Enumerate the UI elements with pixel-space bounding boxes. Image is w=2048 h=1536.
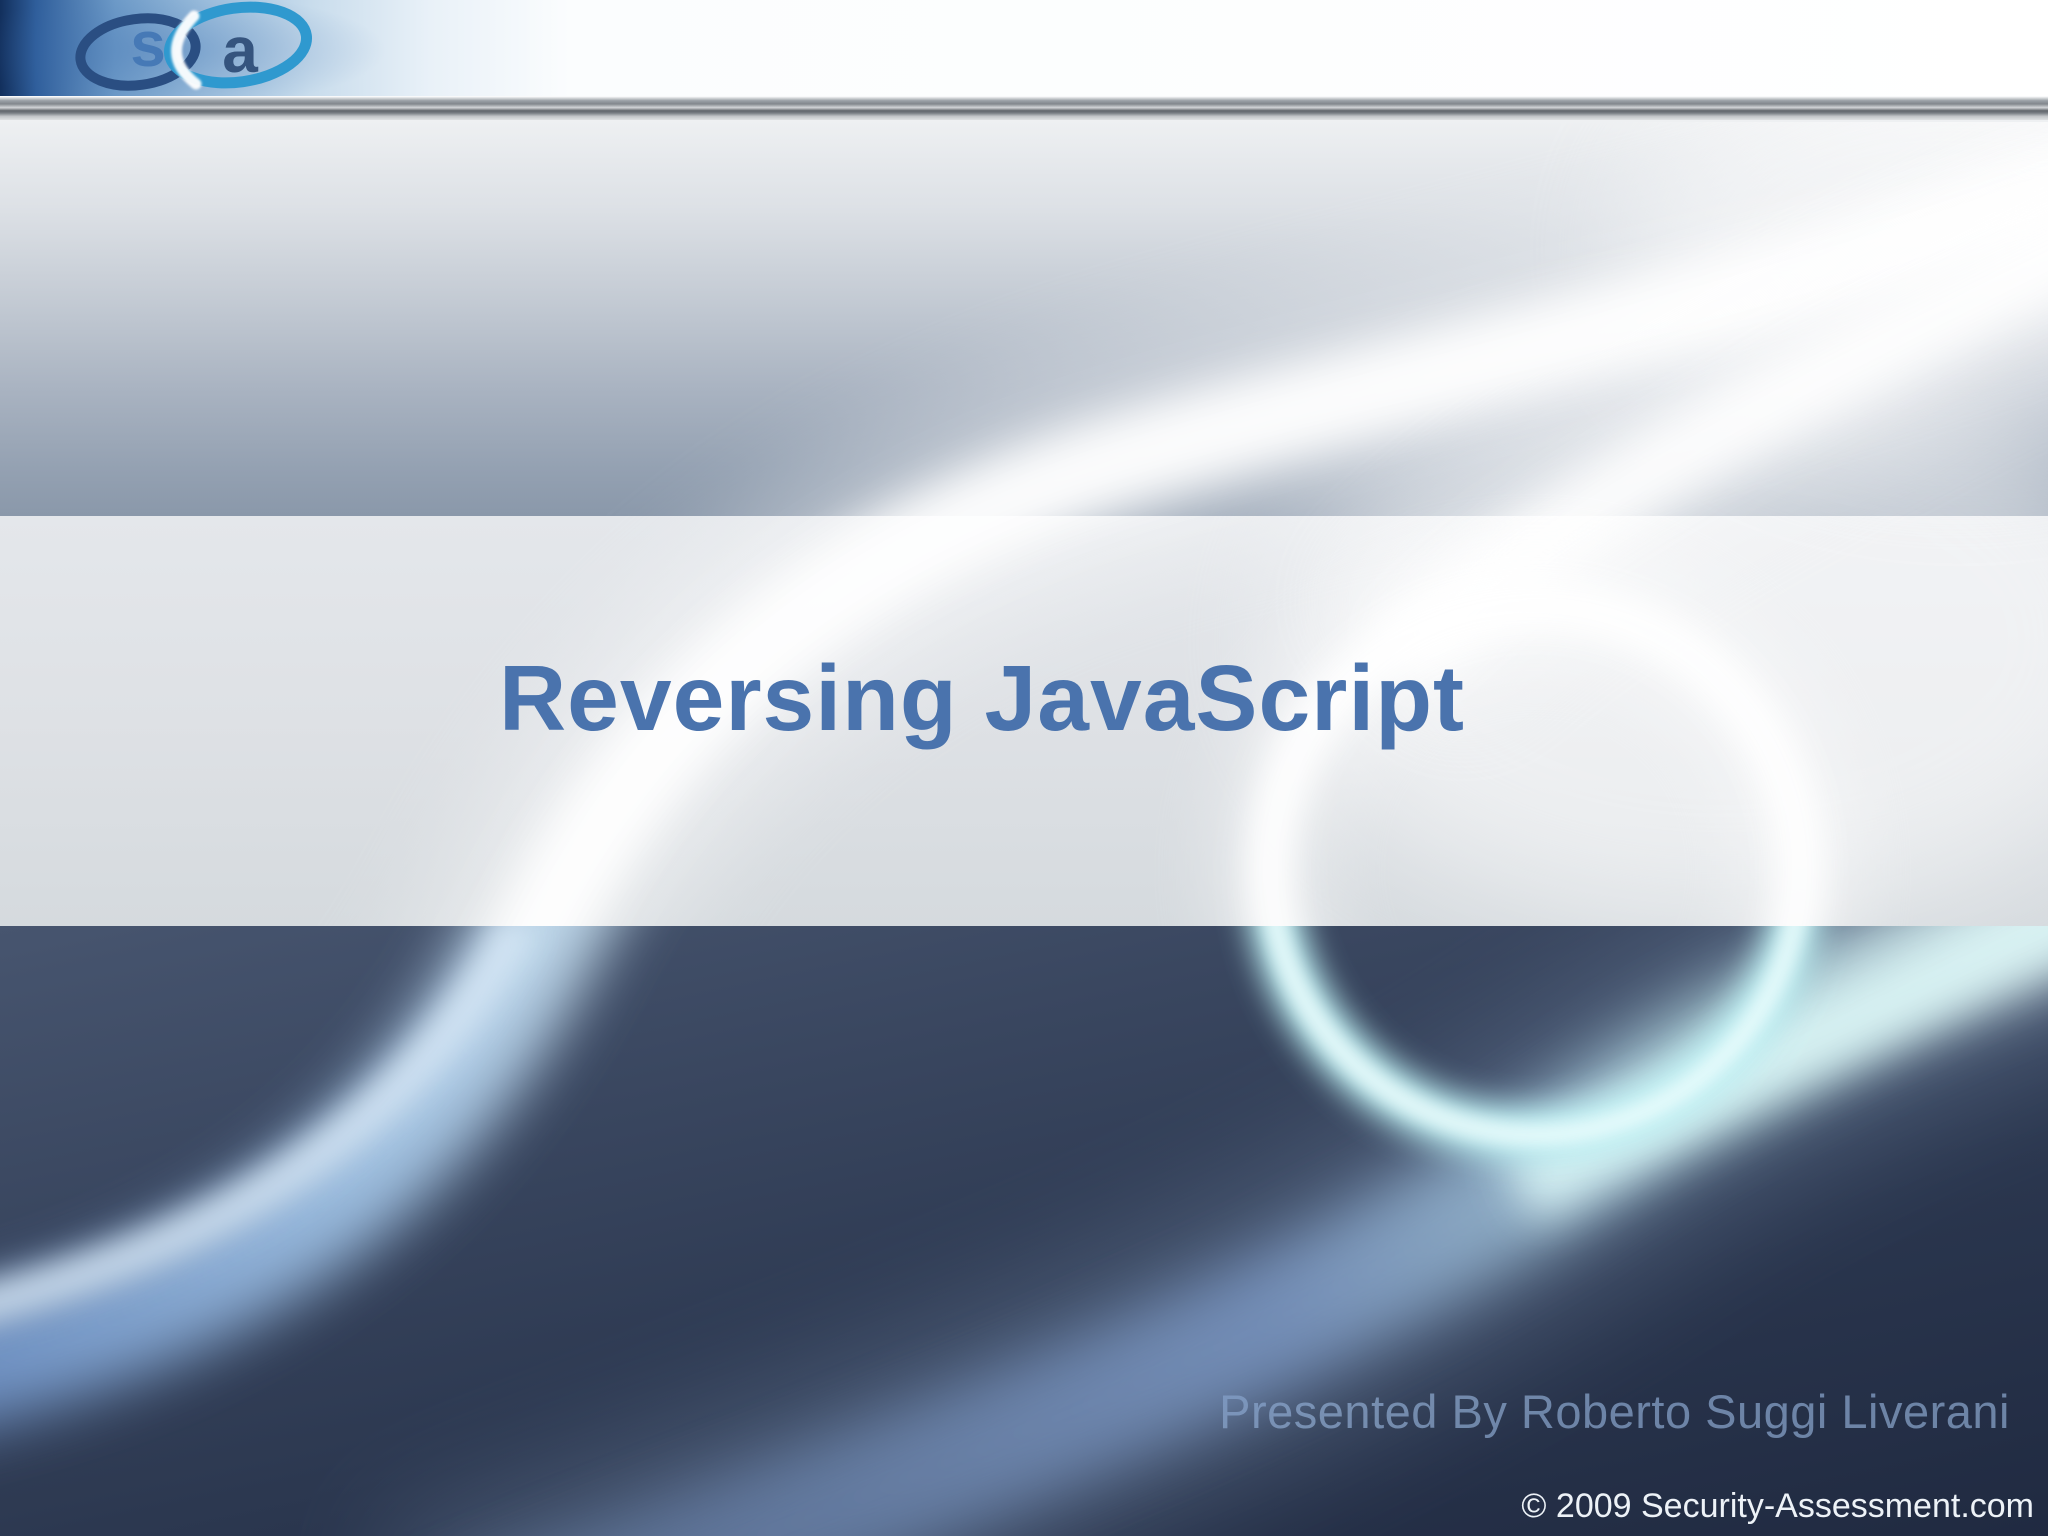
copyright-notice: © 2009 Security-Assessment.com: [1521, 1486, 2034, 1526]
logo-letter-s: s: [130, 8, 166, 80]
sa-logo: s a: [0, 0, 380, 104]
logo-letter-a: a: [222, 14, 258, 86]
slide-title: Reversing JavaScript: [0, 648, 2006, 748]
slide-background: Presented By Roberto Suggi Liverani: [0, 0, 2048, 1536]
background-swoosh-graphics: [0, 0, 2048, 1536]
